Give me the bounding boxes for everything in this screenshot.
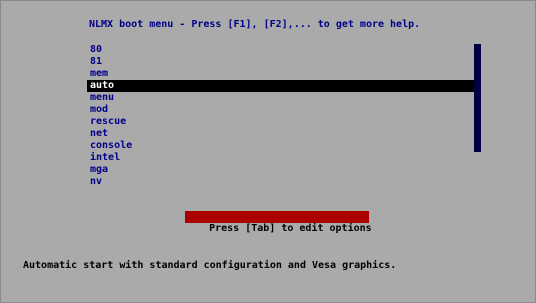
boot-entry-auto[interactable]: auto: [87, 80, 475, 92]
menu-scrollbar[interactable]: [474, 44, 481, 152]
boot-entry-console[interactable]: console: [87, 140, 475, 152]
boot-entry-mod[interactable]: mod: [87, 104, 475, 116]
edit-options-hint-text: Press [Tab] to edit options: [209, 223, 372, 234]
boot-entry-80[interactable]: 80: [87, 44, 475, 56]
boot-entry-nv[interactable]: nv: [87, 176, 475, 188]
boot-entry-mem[interactable]: mem: [87, 68, 475, 80]
boot-menu-title: NLMX boot menu - Press [F1], [F2],... to…: [89, 19, 421, 30]
boot-screen: NLMX boot menu - Press [F1], [F2],... to…: [0, 0, 536, 303]
boot-entry-81[interactable]: 81: [87, 56, 475, 68]
boot-menu-list: 80 81 mem auto menu mod rescue net conso…: [87, 44, 475, 188]
boot-entry-mga[interactable]: mga: [87, 164, 475, 176]
boot-entry-rescue[interactable]: rescue: [87, 116, 475, 128]
boot-entry-intel[interactable]: intel: [87, 152, 475, 164]
edit-options-hint: Press [Tab] to edit options: [185, 211, 372, 234]
entry-description: Automatic start with standard configurat…: [23, 260, 397, 271]
boot-entry-net[interactable]: net: [87, 128, 475, 140]
boot-entry-menu[interactable]: menu: [87, 92, 475, 104]
